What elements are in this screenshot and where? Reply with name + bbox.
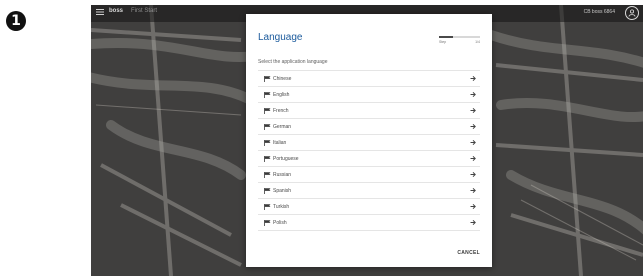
language-label: Portuguese [273, 156, 299, 162]
arrow-right-icon [470, 219, 476, 226]
flag-icon [264, 140, 271, 146]
progress-start-label: Step [439, 40, 447, 44]
language-option-chinese[interactable]: Chinese [258, 71, 480, 87]
flag-icon [264, 156, 271, 162]
arrow-right-icon [470, 123, 476, 130]
dialog-instruction: Select the application language [258, 59, 328, 65]
flag-icon [264, 124, 271, 130]
app-subtitle: First Start [131, 8, 158, 14]
language-option-portuguese[interactable]: Portuguese [258, 151, 480, 167]
step-number-badge: 1 [6, 11, 26, 31]
dialog-title: Language [258, 32, 303, 43]
language-option-turkish[interactable]: Turkish [258, 199, 480, 215]
language-label: Italian [273, 140, 287, 146]
progress-end-label: 1/4 [475, 40, 480, 44]
progress-fill [439, 36, 454, 38]
arrow-right-icon [470, 203, 476, 210]
arrow-right-icon [470, 155, 476, 162]
arrow-right-icon [470, 75, 476, 82]
language-option-italian[interactable]: Italian [258, 135, 480, 151]
app-name: boss [109, 8, 124, 14]
language-option-spanish[interactable]: Spanish [258, 183, 480, 199]
arrow-right-icon [470, 171, 476, 178]
flag-icon [264, 220, 271, 226]
language-label: Russian [273, 172, 292, 178]
language-label: Polish [273, 220, 287, 226]
user-account-icon[interactable] [625, 6, 639, 20]
hamburger-menu-icon[interactable] [96, 8, 104, 16]
arrow-right-icon [470, 187, 476, 194]
flag-icon [264, 188, 271, 194]
device-id: CB boss 6864 [583, 9, 615, 15]
language-dialog: Language Step 1/4 Select the application… [246, 14, 492, 267]
language-label: Spanish [273, 188, 292, 194]
language-label: English [273, 92, 290, 98]
cancel-button[interactable]: CANCEL [457, 250, 480, 256]
language-label: Turkish [273, 204, 290, 210]
flag-icon [264, 204, 271, 210]
flag-icon [264, 76, 271, 82]
language-label: French [273, 108, 289, 114]
language-list: Chinese English French German Italian Portugu… [258, 70, 480, 231]
user-icon [628, 9, 636, 17]
arrow-right-icon [470, 107, 476, 114]
flag-icon [264, 172, 271, 178]
language-option-german[interactable]: German [258, 119, 480, 135]
language-option-english[interactable]: English [258, 87, 480, 103]
flag-icon [264, 92, 271, 98]
language-option-polish[interactable]: Polish [258, 215, 480, 231]
language-option-french[interactable]: French [258, 103, 480, 119]
app-screen: boss First Start CB boss 6864 Language S… [91, 5, 643, 276]
language-label: Chinese [273, 76, 292, 82]
flag-icon [264, 108, 271, 114]
language-label: German [273, 124, 292, 130]
arrow-right-icon [470, 91, 476, 98]
language-option-russian[interactable]: Russian [258, 167, 480, 183]
arrow-right-icon [470, 139, 476, 146]
